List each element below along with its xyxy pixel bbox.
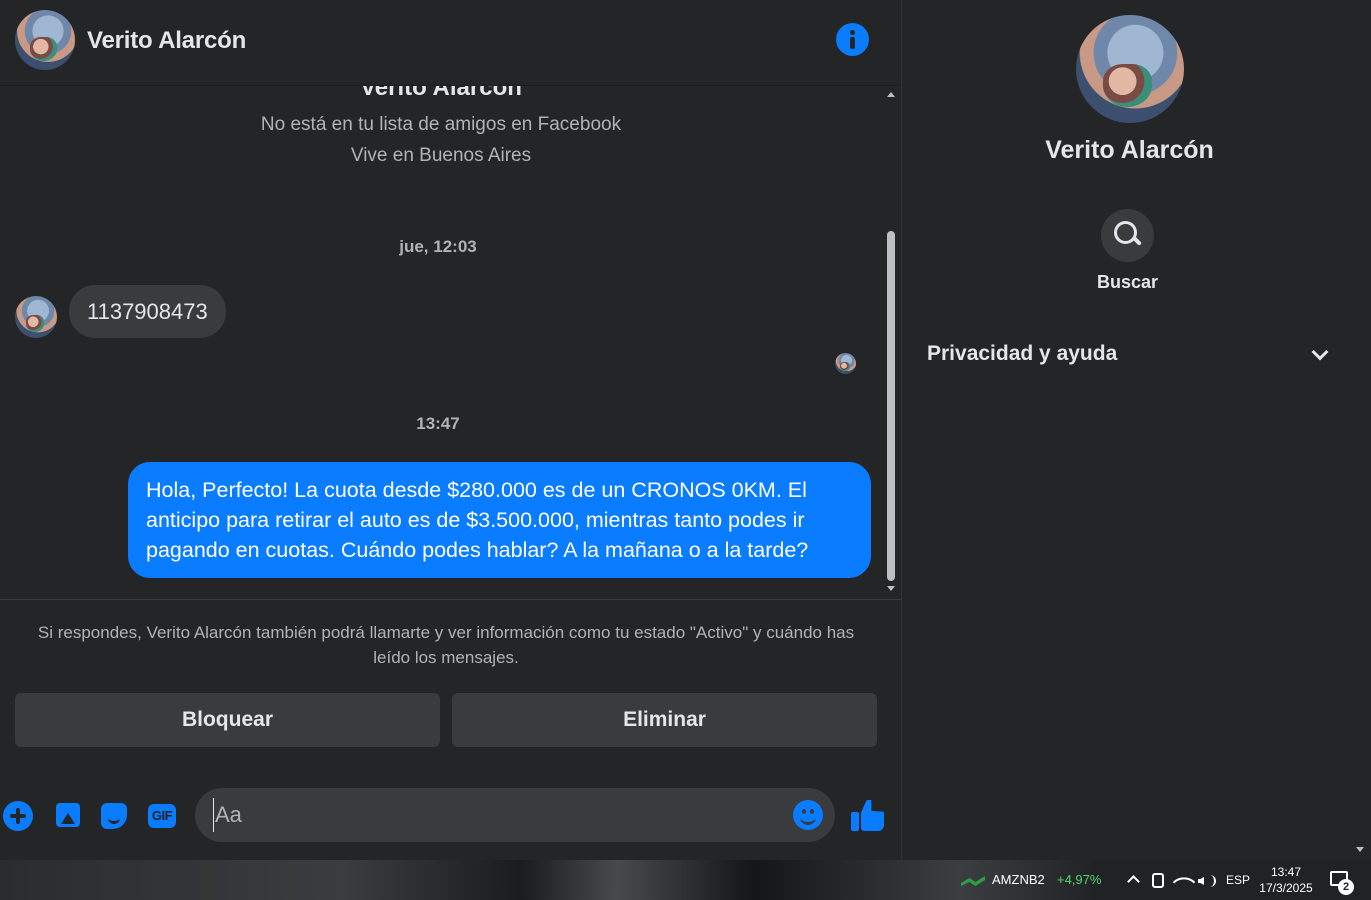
privacy-notice: Si respondes, Verito Alarcón también pod… — [37, 623, 855, 667]
privacy-help-label: Privacidad y ayuda — [927, 342, 1118, 365]
block-button[interactable]: Bloquear — [15, 693, 440, 747]
thumbs-up-icon[interactable] — [851, 800, 885, 832]
search-icon[interactable] — [1101, 209, 1154, 262]
scroll-up-icon[interactable] — [887, 92, 895, 97]
request-notice-area: Si respondes, Verito Alarcón también pod… — [0, 599, 901, 759]
gallery-icon[interactable] — [52, 801, 82, 831]
chevron-down-icon[interactable] — [1311, 343, 1329, 361]
messenger-app: Verito Alarcón Verito Alarcón No está en… — [0, 0, 1371, 860]
contact-name[interactable]: Verito Alarcón — [87, 27, 246, 55]
clock-date: 17/3/2025 — [1259, 881, 1313, 895]
gif-label: GIF — [151, 808, 173, 823]
sender-avatar — [15, 296, 57, 338]
stock-ticker[interactable]: AMZNB2 — [992, 872, 1045, 887]
contact-avatar[interactable] — [15, 10, 75, 70]
outgoing-message[interactable]: Hola, Perfecto! La cuota desde $280.000 … — [128, 462, 871, 578]
seen-receipt-avatar — [835, 353, 856, 374]
notification-badge: 2 — [1338, 879, 1354, 895]
message-list: Verito Alarcón No está en tu lista de am… — [0, 86, 882, 599]
message-input[interactable] — [213, 798, 773, 832]
message-input-wrapper[interactable] — [195, 788, 835, 842]
gif-icon[interactable]: GIF — [147, 801, 177, 831]
search-label[interactable]: Buscar — [902, 272, 1353, 293]
speaker-icon[interactable] — [1198, 874, 1216, 888]
wifi-icon[interactable] — [1172, 870, 1196, 894]
panel-contact-name: Verito Alarcón — [1045, 136, 1214, 164]
chat-column: Verito Alarcón Verito Alarcón No está en… — [0, 0, 901, 860]
scroll-down-icon[interactable] — [887, 586, 895, 591]
intro-location: Vive en Buenos Aires — [350, 145, 532, 166]
emoji-icon[interactable] — [793, 800, 823, 830]
message-timestamp: 13:47 — [416, 414, 460, 433]
incoming-message[interactable]: 1137908473 — [69, 285, 226, 338]
sticker-icon[interactable] — [99, 801, 129, 831]
windows-taskbar: AMZNB2 +4,97% ESP 13:47 17/3/2025 2 — [0, 860, 1371, 900]
intro-friend-status: No está en tu lista de amigos en Faceboo… — [260, 114, 622, 135]
composer: GIF — [0, 780, 901, 850]
panel-scroll-down-icon[interactable] — [1356, 847, 1364, 852]
scroll-thumb[interactable] — [887, 231, 895, 581]
plus-icon[interactable] — [3, 801, 33, 831]
panel-avatar[interactable] — [1076, 15, 1184, 123]
delete-button[interactable]: Eliminar — [452, 693, 877, 747]
info-icon[interactable] — [836, 23, 869, 56]
contact-info-panel: Verito Alarcón Buscar Privacidad y ayuda — [901, 0, 1371, 860]
stock-change[interactable]: +4,97% — [1057, 872, 1101, 887]
intro-name: Verito Alarcón — [360, 86, 522, 101]
language-indicator[interactable]: ESP — [1226, 873, 1250, 887]
message-timestamp: jue, 12:03 — [399, 237, 477, 256]
message-scrollbar[interactable] — [882, 86, 901, 599]
clock-time: 13:47 — [1270, 865, 1302, 879]
chat-header: Verito Alarcón — [0, 0, 901, 86]
stock-chart-icon[interactable] — [961, 872, 985, 888]
clock[interactable]: 13:47 17/3/2025 — [1256, 864, 1316, 896]
privacy-help-row[interactable]: Privacidad y ayuda — [914, 330, 1350, 380]
tray-chevron-up-icon[interactable] — [1127, 875, 1140, 888]
meet-now-icon[interactable] — [1152, 873, 1164, 888]
